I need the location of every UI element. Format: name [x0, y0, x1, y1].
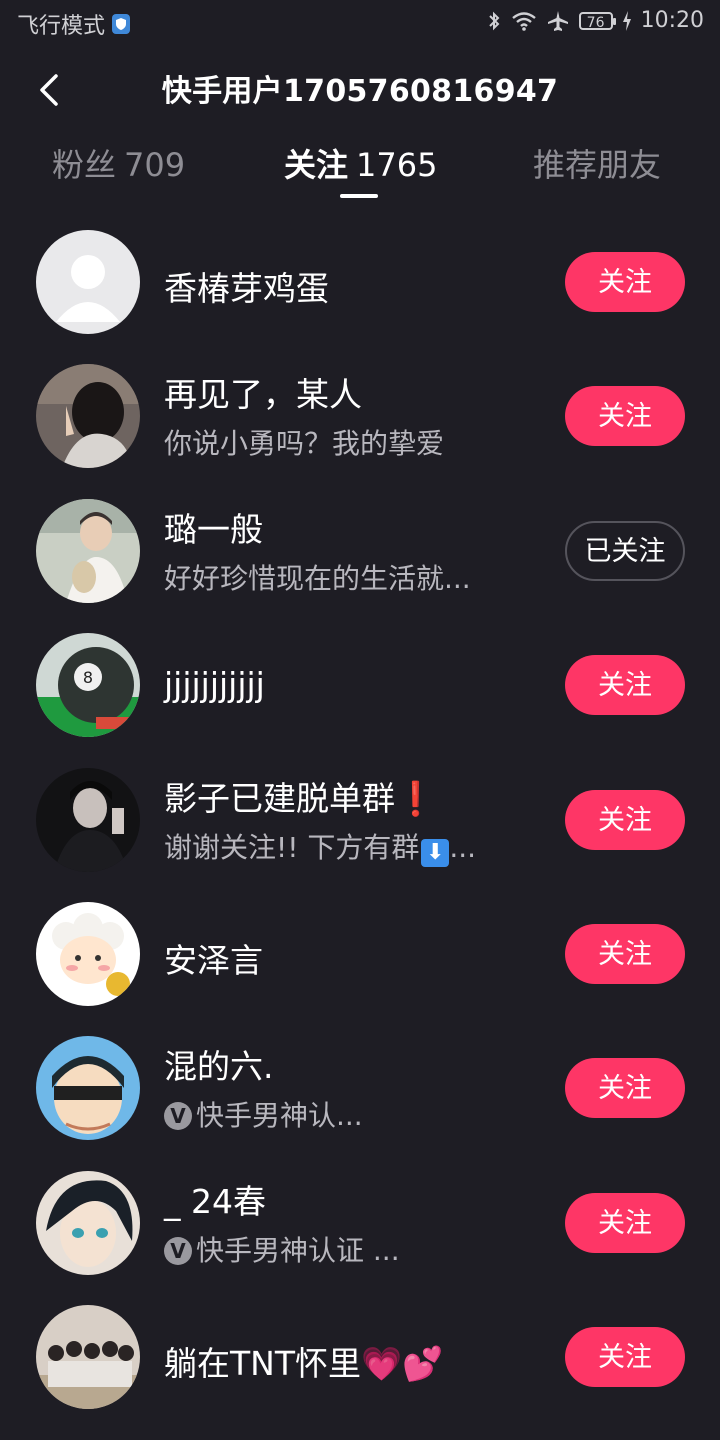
- follow-button[interactable]: 关注: [565, 789, 685, 850]
- tab-recommend[interactable]: 推荐朋友: [533, 140, 661, 186]
- status-left: 飞行模式: [17, 8, 131, 40]
- user-bio: 好好珍惜现在的生活就...: [164, 561, 471, 595]
- list-item[interactable]: 影子已建脱单群❗ 谢谢关注!! 下方有群 ⬇... 关注: [0, 754, 720, 888]
- page-title: 快手用户1705760816947: [161, 74, 559, 109]
- exclamation-emoji: ❗: [395, 778, 437, 818]
- follow-button[interactable]: 关注: [565, 386, 685, 447]
- tab-fans-count: 709: [124, 146, 186, 184]
- user-bio: V 快手男神认证 ...: [164, 1229, 400, 1269]
- list-item[interactable]: 香椿芽鸡蛋 关注: [0, 216, 720, 350]
- tab-fans[interactable]: 粉丝 709: [52, 140, 185, 186]
- list-item[interactable]: _ 24春 V 快手男神认证 ... 关注: [0, 1157, 720, 1291]
- user-name: 再见了，某人: [164, 375, 362, 415]
- list-item[interactable]: 8 jjjjjjjjjjj 关注: [0, 619, 720, 753]
- status-bar: 飞行模式 76 10:20: [0, 0, 720, 50]
- verified-badge-icon: V: [164, 1102, 192, 1131]
- user-name: 香椿芽鸡蛋: [164, 269, 329, 308]
- follow-button[interactable]: 关注: [565, 252, 685, 312]
- avatar[interactable]: 8: [36, 633, 140, 738]
- tab-following[interactable]: 关注 1765: [284, 140, 437, 186]
- user-name-text: 躺在TNT怀里: [164, 1344, 362, 1384]
- follow-button[interactable]: 关注: [565, 1192, 685, 1253]
- wifi-icon: [511, 11, 536, 31]
- default-avatar-icon: [36, 230, 140, 334]
- tab-fans-label: 粉丝: [52, 146, 117, 184]
- user-bio: 你说小勇吗？我的挚爱: [164, 427, 445, 461]
- header: 快手用户1705760816947: [0, 58, 720, 118]
- user-name-text: 影子已建脱单群: [164, 778, 395, 818]
- shield-icon: [112, 14, 131, 34]
- list-item[interactable]: 璐一般 好好珍惜现在的生活就... 已关注: [0, 485, 720, 619]
- clock-time: 10:20: [640, 8, 704, 33]
- avatar[interactable]: [36, 230, 140, 334]
- cartoon-sheep-icon: [36, 901, 140, 1006]
- follow-button[interactable]: 关注: [565, 1327, 685, 1388]
- user-name: 影子已建脱单群❗: [164, 772, 436, 820]
- user-bio: V 快手男神认...: [164, 1094, 363, 1134]
- avatar[interactable]: [36, 901, 140, 1006]
- following-button[interactable]: 已关注: [565, 520, 685, 581]
- follow-button[interactable]: 关注: [565, 1058, 685, 1119]
- svg-text:8: 8: [83, 668, 93, 687]
- user-bio-ellipsis: ...: [449, 830, 477, 864]
- verified-badge-icon: V: [164, 1236, 192, 1265]
- user-bio-text: 快手男神认...: [196, 1099, 363, 1133]
- bluetooth-icon: [488, 11, 500, 30]
- user-name: 璐一般: [164, 509, 263, 549]
- user-name: _ 24春: [164, 1181, 266, 1221]
- girl-photo-icon: [36, 364, 140, 469]
- user-name: 安泽言: [164, 940, 263, 980]
- tab-following-count: 1765: [356, 146, 438, 184]
- hearts-emoji: 💗💕: [361, 1344, 444, 1384]
- user-bio-text: 谢谢关注!! 下方有群: [164, 830, 420, 864]
- avatar[interactable]: [36, 1305, 140, 1410]
- user-name: 混的六.: [164, 1047, 274, 1087]
- arrow-down-emoji: ⬇: [421, 838, 450, 867]
- follow-button[interactable]: 关注: [565, 923, 685, 984]
- list-item[interactable]: 躺在TNT怀里💗💕 关注: [0, 1291, 720, 1425]
- list-item[interactable]: 安泽言 关注: [0, 888, 720, 1022]
- avatar[interactable]: [36, 1036, 140, 1141]
- tab-recommend-label: 推荐朋友: [533, 146, 662, 184]
- tab-following-label: 关注: [284, 146, 349, 184]
- dark-portrait-icon: [36, 767, 140, 872]
- group-photo-icon: [36, 1305, 140, 1410]
- billiard-ball-icon: 8: [36, 633, 140, 738]
- status-right: 76 10:20: [487, 8, 704, 33]
- avatar[interactable]: [36, 498, 140, 603]
- user-name: jjjjjjjjjjj: [164, 665, 265, 705]
- avatar[interactable]: [36, 364, 140, 469]
- user-name: 躺在TNT怀里💗💕: [164, 1337, 443, 1385]
- airplane-mode-label: 飞行模式: [17, 14, 106, 39]
- anime-boy-icon: [36, 1170, 140, 1275]
- user-bio: 谢谢关注!! 下方有群 ⬇...: [164, 826, 476, 867]
- user-bio-text: 快手男神认证 ...: [196, 1233, 400, 1267]
- following-list: 香椿芽鸡蛋 关注 再见了，某人 你说小勇吗？我的挚爱 关注 璐一般 好好珍惜现在…: [0, 216, 720, 1426]
- avatar[interactable]: [36, 767, 140, 872]
- battery-indicator: 76: [578, 11, 616, 31]
- cartoon-burberry-icon: [36, 1036, 140, 1141]
- charging-bolt-icon: [622, 10, 631, 31]
- active-tab-indicator: [340, 194, 378, 198]
- avatar[interactable]: [36, 1170, 140, 1275]
- follow-button[interactable]: 关注: [565, 655, 685, 716]
- list-item[interactable]: 混的六. V 快手男神认... 关注: [0, 1022, 720, 1156]
- airplane-icon: [547, 10, 568, 31]
- boy-anime-icon: [36, 498, 140, 603]
- list-item[interactable]: 再见了，某人 你说小勇吗？我的挚爱 关注: [0, 350, 720, 484]
